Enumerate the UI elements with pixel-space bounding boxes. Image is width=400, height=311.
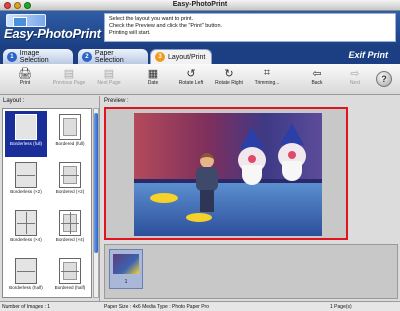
layout-borderless-x4[interactable]: Borderless (×4): [5, 207, 47, 253]
logo-text: Easy-PhotoPrint: [4, 26, 101, 41]
step-number-badge: 2: [82, 51, 92, 62]
print-button[interactable]: 🖨 Print: [8, 66, 42, 93]
exif-print-logo: Exif Print: [348, 50, 388, 60]
layout-bordered-x4[interactable]: Bordered (×4): [49, 207, 91, 253]
step-number-badge: 3: [155, 52, 165, 62]
page-thumbnail-number: 1: [124, 279, 128, 285]
rotate-left-icon: ↺: [186, 67, 196, 80]
calendar-icon: ▦: [147, 67, 159, 80]
layout-item-label: Borderless (×4): [10, 237, 42, 242]
instruction-line: Check the Preview and click the "Print" …: [109, 23, 223, 29]
instruction-line: Select the layout you want to print.: [109, 16, 194, 22]
layout-item-label: Borderless (full): [9, 141, 43, 146]
status-bar: Number of Images : 1 Paper Size : 4x6 Me…: [0, 301, 400, 311]
status-paper-info: Paper Size : 4x6 Media Type : Photo Pape…: [104, 304, 209, 310]
trimming-button[interactable]: ⌗ Trimming...: [250, 66, 284, 93]
layout-thumbnail: [59, 210, 81, 236]
layout-item-label: Bordered (×2): [55, 189, 85, 194]
preview-label: Preview :: [104, 98, 129, 104]
page-thumbnail-strip: 1: [104, 244, 398, 299]
title-bar: Easy-PhotoPrint: [0, 0, 400, 11]
back-arrow-icon: ⇦: [312, 67, 322, 80]
layout-thumbnail: [15, 114, 37, 140]
layout-thumbnail: [15, 258, 37, 284]
layout-item-label: Bordered (half): [54, 285, 86, 290]
layout-label: Layout :: [3, 98, 25, 104]
help-button[interactable]: ?: [376, 71, 392, 87]
layout-bordered-full[interactable]: Bordered (full): [49, 111, 91, 157]
layout-item-label: Borderless (×2): [10, 189, 42, 194]
crop-icon: ⌗: [263, 66, 271, 79]
layout-borderless-full[interactable]: Borderless (full): [5, 111, 47, 157]
layout-thumbnail: [15, 162, 37, 188]
layout-thumbnail: [59, 162, 81, 188]
page-thumbnail[interactable]: 1: [109, 249, 143, 289]
instruction-line: Printing will start.: [109, 30, 151, 36]
date-button[interactable]: ▦ Date: [136, 66, 170, 93]
layout-bordered-x2[interactable]: Bordered (×2): [49, 159, 91, 205]
layout-panel: Layout : Borderless (full) Bordered (ful…: [0, 96, 100, 301]
preview-area[interactable]: [104, 107, 348, 240]
next-arrow-icon: ⇨: [350, 67, 360, 80]
next-button[interactable]: ⇨ Next: [338, 66, 372, 93]
instructions-box: Select the layout you want to print. Che…: [104, 13, 396, 42]
layout-borderless-x2[interactable]: Borderless (×2): [5, 159, 47, 205]
layout-item-label: Bordered (full): [55, 141, 85, 146]
tab-label: Paper Selection: [94, 49, 124, 64]
previous-page-icon: ▤: [63, 67, 75, 80]
layout-bordered-half[interactable]: Bordered (half): [49, 255, 91, 297]
preview-photo[interactable]: [134, 113, 322, 236]
layout-item-label: Borderless (half): [9, 285, 43, 290]
next-page-button[interactable]: ▤ Next Page: [92, 66, 126, 93]
layout-thumbnail: [15, 210, 37, 236]
tab-paper-selection[interactable]: 2 Paper Selection: [78, 49, 148, 64]
next-page-icon: ▤: [103, 67, 115, 80]
app-logo: Easy-PhotoPrint: [4, 14, 101, 44]
layout-list: Borderless (full) Bordered (full) Border…: [2, 108, 92, 298]
tab-layout-print[interactable]: 3 Layout/Print: [150, 49, 212, 64]
app-header: Easy-PhotoPrint Select the layout you wa…: [0, 11, 400, 47]
page-thumbnail-image: [113, 254, 139, 274]
status-image-count: Number of Images : 1: [2, 304, 51, 310]
layout-scrollbar[interactable]: [93, 108, 99, 298]
tab-image-selection[interactable]: 1 Image Selection: [3, 49, 73, 64]
back-button[interactable]: ⇦ Back: [300, 66, 334, 93]
scrollbar-thumb[interactable]: [94, 113, 98, 253]
previous-page-button[interactable]: ▤ Previous Page: [52, 66, 86, 93]
status-page-count: 1 Page(s): [330, 304, 352, 310]
rotate-right-button[interactable]: ↻ Rotate Right: [212, 66, 246, 93]
layout-item-label: Bordered (×4): [55, 237, 85, 242]
layout-thumbnail: [59, 258, 81, 284]
rotate-right-icon: ↻: [224, 67, 234, 80]
printer-icon: 🖨: [18, 67, 32, 80]
toolbar: 🖨 Print ▤ Previous Page ▤ Next Page ▦ Da…: [0, 64, 400, 95]
layout-thumbnail: [59, 114, 81, 140]
window-title: Easy-PhotoPrint: [172, 1, 228, 8]
tab-label: Layout/Print: [168, 53, 206, 61]
step-number-badge: 1: [7, 51, 17, 62]
layout-borderless-half[interactable]: Borderless (half): [5, 255, 47, 297]
step-tabs: 1 Image Selection 2 Paper Selection 3 La…: [0, 47, 400, 64]
rotate-left-button[interactable]: ↺ Rotate Left: [174, 66, 208, 93]
tab-label: Image Selection: [19, 49, 49, 64]
